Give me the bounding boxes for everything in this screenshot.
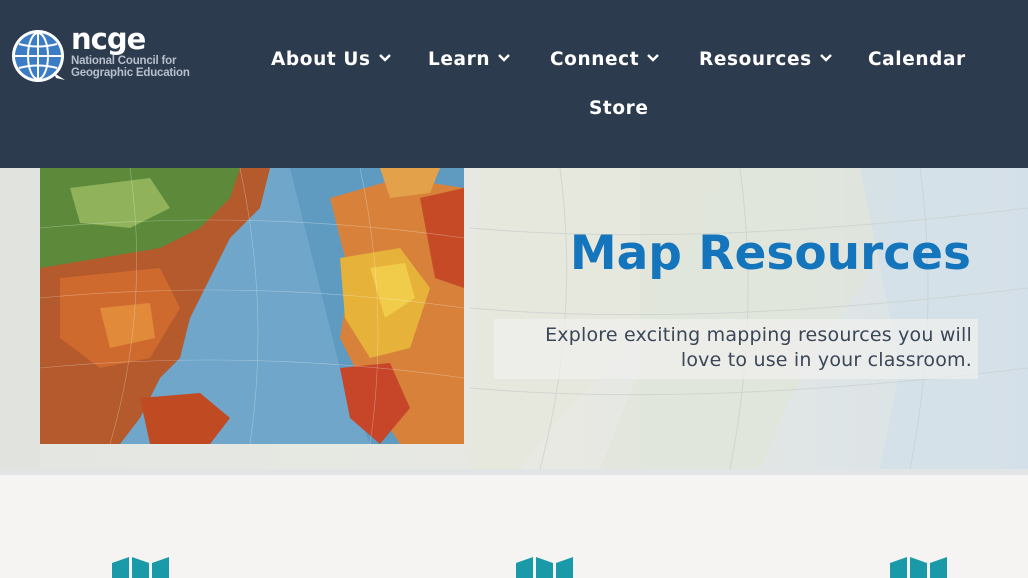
logo-subtitle-line2: Geographic Education [71,66,190,79]
map-icon [890,557,947,578]
nav-calendar[interactable]: Calendar [868,48,966,72]
logo-subtitle-line1: National Council for [71,55,177,67]
hero-banner: Map Resources Explore exciting mapping r… [0,168,1028,469]
ncge-logo[interactable]: ncge National Council for Geographic Edu… [10,22,200,84]
logo-subtitle: National Council for Geographic Educatio… [71,55,190,79]
nav-connect-label: Connect [550,49,640,70]
logo-wordmark: ncge [71,22,146,56]
hero-subtitle-line1: Explore exciting mapping resources you w… [545,324,972,346]
nav-learn[interactable]: Learn [428,48,510,72]
globe-photo [40,168,464,444]
resources-section [0,475,1028,578]
hero-subtitle-box: Explore exciting mapping resources you w… [494,319,978,379]
nav-calendar-label: Calendar [868,49,966,70]
chevron-down-icon [819,54,832,62]
chevron-down-icon [647,54,660,62]
nav-connect[interactable]: Connect [550,48,660,72]
nav-about-us-label: About Us [271,49,371,70]
nav-store-label: Store [589,98,649,119]
nav-learn-label: Learn [428,49,491,70]
hero-subtitle-line2: love to use in your classroom. [680,349,972,371]
map-icon [112,557,169,578]
nav-resources[interactable]: Resources [699,48,832,72]
globe-icon [12,30,65,82]
hero-subtitle: Explore exciting mapping resources you w… [502,323,972,373]
map-icon [516,557,573,578]
nav-store[interactable]: Store [589,97,649,121]
page-title: Map Resources [569,226,971,281]
nav-resources-label: Resources [699,49,812,70]
site-header: ncge National Council for Geographic Edu… [0,0,1028,168]
nav-about-us[interactable]: About Us [271,48,391,72]
chevron-down-icon [378,54,391,62]
chevron-down-icon [498,54,510,62]
